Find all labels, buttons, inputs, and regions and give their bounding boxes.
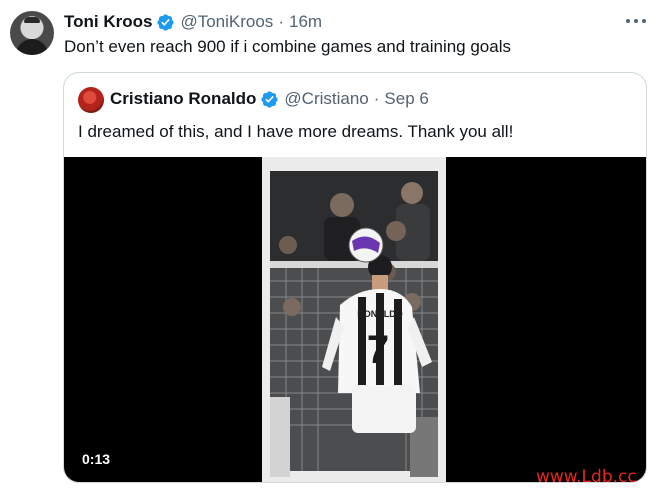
quoted-tweet[interactable]: Cristiano Ronaldo @Cristiano · Sep 6 I d… <box>63 72 647 483</box>
quoted-tweet-date[interactable]: Sep 6 <box>384 89 428 109</box>
jersey-name: RONALDO <box>357 309 403 319</box>
author-avatar[interactable] <box>10 11 54 55</box>
avatar-shirt <box>16 39 48 55</box>
tweet[interactable]: Toni Kroos @ToniKroos · 16m Don’t even r… <box>0 0 658 489</box>
tweet-text: Don’t even reach 900 if i combine games … <box>64 37 511 56</box>
author-name[interactable]: Toni Kroos <box>64 12 152 32</box>
quoted-author-avatar[interactable] <box>78 87 104 113</box>
more-dots-icon[interactable] <box>626 12 646 30</box>
jersey-number: 7 <box>367 328 389 372</box>
verified-badge-icon <box>157 13 175 31</box>
quoted-header-separator: · <box>373 89 380 108</box>
header-separator: · <box>278 12 284 31</box>
dot <box>626 19 630 23</box>
video-thumbnail: RONALDO 7 <box>262 157 446 482</box>
tweet-header: Toni Kroos @ToniKroos · 16m <box>64 12 322 32</box>
watermark: www.Ldb.cc <box>536 467 637 487</box>
quoted-author-name[interactable]: Cristiano Ronaldo <box>110 89 256 109</box>
tweet-timestamp[interactable]: 16m <box>289 12 322 32</box>
quoted-tweet-text: I dreamed of this, and I have more dream… <box>78 122 514 141</box>
quoted-tweet-header: Cristiano Ronaldo @Cristiano · Sep 6 <box>110 89 429 109</box>
author-handle[interactable]: @ToniKroos <box>180 12 273 32</box>
video-frame: RONALDO 7 <box>262 157 446 482</box>
dot <box>634 19 638 23</box>
quoted-author-handle[interactable]: @Cristiano <box>284 89 368 109</box>
dot <box>642 19 646 23</box>
video-player[interactable]: RONALDO 7 0:13 <box>64 157 646 482</box>
avatar-hair <box>24 17 40 23</box>
video-duration: 0:13 <box>76 448 117 470</box>
verified-badge-icon <box>261 90 279 108</box>
